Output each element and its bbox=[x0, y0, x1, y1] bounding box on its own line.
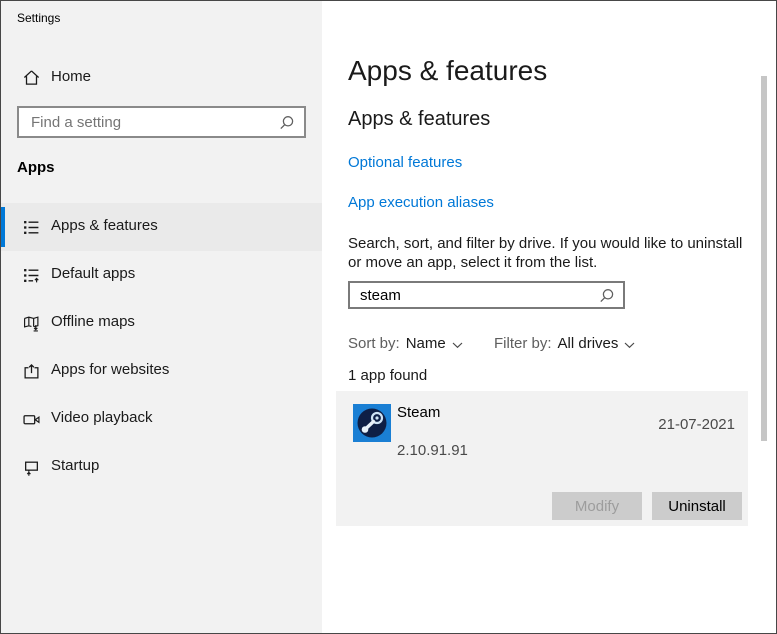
sidebar: Settings Home Apps Apps & features bbox=[1, 1, 322, 633]
section-title: Apps & features bbox=[348, 108, 490, 131]
app-list-item-steam[interactable]: Steam 21-07-2021 2.10.91.91 Modify Unins… bbox=[336, 391, 748, 526]
sidebar-search-input[interactable] bbox=[19, 108, 304, 136]
main-content: Apps & features Apps & features Optional… bbox=[322, 1, 776, 633]
sidebar-item-offline-maps[interactable]: Offline maps bbox=[1, 299, 322, 347]
sort-by-dropdown[interactable]: Sort by: Name bbox=[348, 333, 463, 353]
optional-features-link[interactable]: Optional features bbox=[348, 154, 462, 171]
description-text: Search, sort, and filter by drive. If yo… bbox=[348, 234, 746, 272]
app-search-box bbox=[348, 281, 625, 309]
sidebar-item-label: Home bbox=[51, 68, 91, 85]
app-search-input[interactable] bbox=[350, 283, 623, 307]
sidebar-item-default-apps[interactable]: Default apps bbox=[1, 251, 322, 299]
sidebar-item-home[interactable]: Home bbox=[1, 61, 322, 95]
sidebar-item-video-playback[interactable]: Video playback bbox=[1, 395, 322, 443]
sidebar-item-label: Startup bbox=[51, 457, 99, 474]
sidebar-item-apps-features[interactable]: Apps & features bbox=[1, 203, 322, 251]
filter-by-value: All drives bbox=[558, 335, 619, 352]
chevron-down-icon bbox=[624, 336, 635, 353]
result-count: 1 app found bbox=[348, 367, 427, 384]
apps-features-icon bbox=[23, 219, 40, 241]
sidebar-section-header: Apps bbox=[17, 159, 55, 176]
page-title: Apps & features bbox=[348, 55, 547, 87]
settings-window: Settings Home Apps Apps & features bbox=[0, 0, 777, 634]
search-icon[interactable] bbox=[279, 115, 295, 136]
search-icon[interactable] bbox=[599, 288, 615, 309]
filter-by-dropdown[interactable]: Filter by: All drives bbox=[494, 333, 635, 353]
modify-button[interactable]: Modify bbox=[552, 492, 642, 520]
sidebar-item-label: Default apps bbox=[51, 265, 135, 282]
apps-for-websites-icon bbox=[23, 363, 40, 385]
app-install-date: 21-07-2021 bbox=[658, 416, 735, 433]
app-execution-aliases-link[interactable]: App execution aliases bbox=[348, 194, 494, 211]
sidebar-item-label: Offline maps bbox=[51, 313, 135, 330]
sidebar-item-apps-for-websites[interactable]: Apps for websites bbox=[1, 347, 322, 395]
sidebar-nav: Apps & features Default apps Offline map… bbox=[1, 203, 322, 491]
sidebar-search-box bbox=[17, 106, 306, 138]
home-icon bbox=[23, 69, 40, 91]
app-version: 2.10.91.91 bbox=[397, 442, 468, 459]
chevron-down-icon bbox=[452, 336, 463, 353]
default-apps-icon bbox=[23, 267, 40, 289]
sidebar-item-label: Apps for websites bbox=[51, 361, 169, 378]
scrollbar-thumb[interactable] bbox=[761, 76, 767, 441]
startup-icon bbox=[23, 459, 40, 481]
app-name: Steam bbox=[397, 404, 440, 421]
offline-maps-icon bbox=[23, 315, 40, 337]
filter-by-label: Filter by: bbox=[494, 335, 552, 352]
sidebar-item-label: Video playback bbox=[51, 409, 152, 426]
sidebar-item-startup[interactable]: Startup bbox=[1, 443, 322, 491]
selected-accent-bar bbox=[1, 207, 5, 247]
sort-by-label: Sort by: bbox=[348, 335, 400, 352]
video-playback-icon bbox=[23, 411, 40, 433]
sort-by-value: Name bbox=[406, 335, 446, 352]
uninstall-button[interactable]: Uninstall bbox=[652, 492, 742, 520]
window-title: Settings bbox=[17, 11, 60, 25]
steam-app-icon bbox=[353, 404, 391, 442]
sidebar-item-label: Apps & features bbox=[51, 217, 158, 234]
